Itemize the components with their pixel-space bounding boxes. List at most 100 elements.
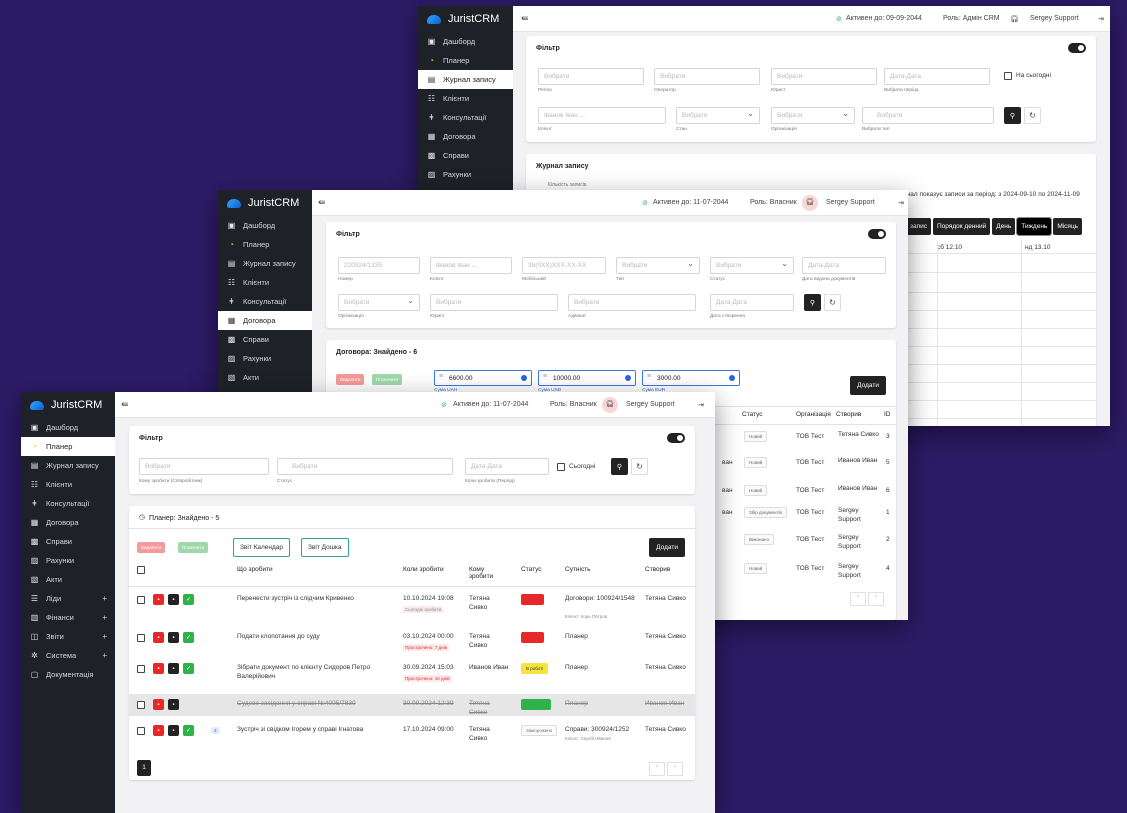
sidebar-item[interactable]: ▥ Фінанси +	[21, 608, 115, 627]
filter-toggle[interactable]	[1068, 43, 1086, 53]
region-select[interactable]: Вибрати	[538, 68, 644, 85]
sidebar-item[interactable]: ◔ Планер	[21, 437, 115, 456]
row-checkbox[interactable]	[137, 665, 145, 673]
lawyer-select[interactable]: Вибрати	[430, 294, 558, 311]
period-input[interactable]: Дата-Дата	[465, 458, 549, 475]
type-select[interactable]: Вибрати	[616, 257, 700, 274]
mark-button[interactable]: Позначити	[372, 374, 403, 385]
menu-toggle-icon[interactable]: ⇚	[318, 197, 326, 208]
sidebar-item[interactable]: ▤ Журнал запису	[218, 254, 312, 273]
sidebar-item[interactable]: ◫ Звіти +	[21, 627, 115, 646]
sum-field[interactable]: 6600.00 ≡	[434, 370, 532, 386]
sidebar-item[interactable]: ▩ Справи	[21, 532, 115, 551]
filter-toggle[interactable]	[667, 433, 685, 443]
check-icon[interactable]: ✓	[183, 594, 194, 605]
filter-toggle[interactable]	[868, 229, 886, 239]
delete-icon[interactable]: ▪	[153, 632, 164, 643]
sidebar-item[interactable]: ▨ Рахунки	[21, 551, 115, 570]
comments-count[interactable]: 3	[211, 727, 220, 734]
sidebar-item[interactable]: ▧ Акти	[21, 570, 115, 589]
lawyer-select[interactable]: Вибрати	[771, 68, 877, 85]
sidebar-item[interactable]: ▦ Договора	[21, 513, 115, 532]
day-button[interactable]: День	[992, 218, 1016, 235]
issue-date-input[interactable]: Дата-Дата	[802, 257, 886, 274]
delete-icon[interactable]: ▪	[153, 594, 164, 605]
status-select[interactable]: Вибрати	[710, 257, 794, 274]
number-input[interactable]: 220924/1335	[338, 257, 420, 274]
prev-page-button[interactable]: ‹	[850, 592, 866, 606]
search-button[interactable]: ⚲	[804, 294, 821, 311]
operator-select[interactable]: Вибрати	[654, 68, 760, 85]
headset-icon[interactable]: 🎧︎	[1010, 15, 1019, 23]
delete-button[interactable]: Видалити	[336, 374, 365, 385]
client-input[interactable]: Іванов Іван ...	[538, 107, 666, 124]
brand[interactable]: JuristCRM	[418, 6, 513, 32]
headset-icon[interactable]: 🎧︎	[602, 397, 618, 413]
agenda-button[interactable]: Порядок денний	[933, 218, 991, 235]
delete-icon[interactable]: ▪	[153, 663, 164, 674]
sidebar-item[interactable]: ▨ Рахунки	[418, 165, 513, 184]
prev-page-button[interactable]: ‹	[649, 762, 665, 776]
logout-icon[interactable]: ⇥	[698, 401, 704, 409]
menu-toggle-icon[interactable]: ⇚	[521, 13, 529, 24]
today-checkbox[interactable]	[1004, 72, 1012, 80]
today-checkbox[interactable]	[557, 463, 565, 471]
created-date-input[interactable]: Дата-Дата	[710, 294, 794, 311]
edit-icon[interactable]: ▪	[168, 594, 179, 605]
check-icon[interactable]: ✓	[183, 725, 194, 736]
organization-select[interactable]: Вибрати	[338, 294, 420, 311]
delete-icon[interactable]: ▪	[153, 725, 164, 736]
new-record-button[interactable]: запис	[906, 218, 931, 235]
logout-icon[interactable]: ⇥	[898, 199, 904, 207]
add-button[interactable]: Додати	[850, 376, 886, 395]
sidebar-item[interactable]: ◔ Планер	[418, 51, 513, 70]
sidebar-item[interactable]: ▤ Журнал запису	[21, 456, 115, 475]
period-input[interactable]: Дата-Дата	[884, 68, 990, 85]
delete-icon[interactable]: ▪	[153, 699, 164, 710]
brand[interactable]: JuristCRM	[218, 190, 312, 216]
brand[interactable]: JuristCRM	[21, 392, 115, 418]
sidebar-item[interactable]: ▣ Дашборд	[21, 418, 115, 437]
expand-icon[interactable]: +	[102, 632, 107, 641]
edit-icon[interactable]: ▪	[168, 663, 179, 674]
month-button[interactable]: Місяць	[1053, 218, 1083, 235]
calendar-report-button[interactable]: Звіт Календар	[233, 538, 291, 557]
phone-input[interactable]: 38(0XX)XXX-XX-XX	[522, 257, 606, 274]
reset-button[interactable]: ↻	[1024, 107, 1041, 124]
sidebar-item[interactable]: ▣ Дашборд	[218, 216, 312, 235]
next-page-button[interactable]: ›	[667, 762, 683, 776]
headset-icon[interactable]: 🎧︎	[802, 195, 818, 211]
user-menu[interactable]: Sergey Support	[1030, 15, 1079, 22]
mark-button[interactable]: Позначити	[178, 542, 209, 553]
state-select[interactable]: Вибрати	[676, 107, 760, 124]
sidebar-item[interactable]: ǂ Консультації	[218, 292, 312, 311]
delete-button[interactable]: Видалити	[137, 542, 166, 553]
attorney-select[interactable]: Вибрати	[568, 294, 696, 311]
reset-button[interactable]: ↻	[824, 294, 841, 311]
reset-button[interactable]: ↻	[631, 458, 648, 475]
row-checkbox[interactable]	[137, 634, 145, 642]
assignee-select[interactable]: Вибрати	[139, 458, 269, 475]
sidebar-item[interactable]: ǂ Консультації	[418, 108, 513, 127]
sidebar-item[interactable]: ☷ Клієнти	[21, 475, 115, 494]
expand-icon[interactable]: +	[102, 594, 107, 603]
sidebar-item[interactable]: ▤ Журнал запису	[418, 70, 513, 89]
search-button[interactable]: ⚲	[1004, 107, 1021, 124]
sidebar-item[interactable]: ☷ Клієнти	[218, 273, 312, 292]
sidebar-item[interactable]: ✲ Система +	[21, 646, 115, 665]
user-menu[interactable]: Sergey Support	[626, 401, 675, 408]
sidebar-item[interactable]: ▩ Справи	[418, 146, 513, 165]
next-page-button[interactable]: ›	[868, 592, 884, 606]
organization-select[interactable]: Вибрати	[771, 107, 855, 124]
sidebar-item[interactable]: ◔ Планер	[218, 235, 312, 254]
sidebar-item[interactable]: ǂ Консультації	[21, 494, 115, 513]
expand-icon[interactable]: +	[102, 651, 107, 660]
sidebar-item[interactable]: ☰ Ліди +	[21, 589, 115, 608]
client-input[interactable]: Іванов Іван ...	[430, 257, 512, 274]
row-checkbox[interactable]	[137, 701, 145, 709]
board-report-button[interactable]: Звіт Дошка	[301, 538, 349, 557]
sidebar-item[interactable]: ☷ Клієнти	[418, 89, 513, 108]
edit-icon[interactable]: ▪	[168, 725, 179, 736]
sidebar-item[interactable]: ▦ Договора	[218, 311, 312, 330]
edit-icon[interactable]: ▪	[168, 699, 179, 710]
